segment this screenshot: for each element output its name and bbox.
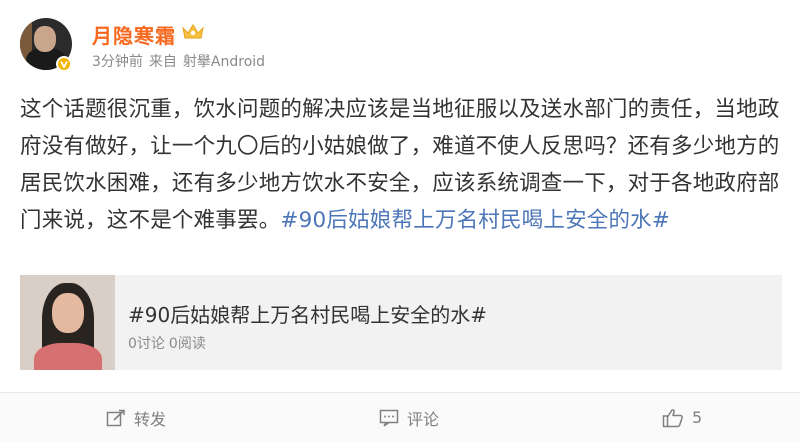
crown-icon[interactable] [180, 22, 206, 42]
thumbs-up-icon [662, 408, 683, 427]
like-count: 5 [692, 408, 703, 427]
weibo-post: 月隐寒霜 3分钟前 来自 射擧Android 这个话题很沉重，饮水问题的解决应该是当… [0, 0, 800, 442]
comment-label: 评论 [407, 409, 440, 429]
like-button[interactable]: 5 [662, 393, 702, 442]
topic-thumbnail [20, 275, 115, 370]
post-content: 这个话题很沉重，饮水问题的解决应该是当地征服以及送水部门的责任，当地政府没有做好… [20, 91, 790, 239]
post-hashtag-link[interactable]: #90后姑娘帮上万名村民喝上安全的水# [280, 208, 670, 233]
verified-v-icon [56, 56, 72, 72]
topic-reads: 0阅读 [168, 336, 206, 352]
author-name[interactable]: 月隐寒霜 [92, 20, 176, 49]
topic-discussions: 0讨论 [128, 336, 165, 352]
topic-stats: 0讨论 0阅读 [128, 333, 210, 353]
repost-button[interactable]: 转发 [106, 393, 166, 442]
post-source[interactable]: 射擧Android [183, 54, 265, 70]
post-meta: 3分钟前 来自 射擧Android [92, 51, 271, 71]
post-time[interactable]: 3分钟前 [92, 54, 143, 70]
comment-button[interactable]: 评论 [379, 393, 439, 442]
repost-label: 转发 [134, 409, 167, 429]
topic-card[interactable]: #90后姑娘帮上万名村民喝上安全的水# 0讨论 0阅读 [20, 275, 782, 370]
repost-icon [106, 409, 125, 426]
action-bar: 转发 评论 5 [0, 392, 800, 442]
source-prefix: 来自 [148, 54, 177, 70]
topic-title[interactable]: #90后姑娘帮上万名村民喝上安全的水# [128, 299, 487, 328]
comment-icon [379, 409, 399, 427]
